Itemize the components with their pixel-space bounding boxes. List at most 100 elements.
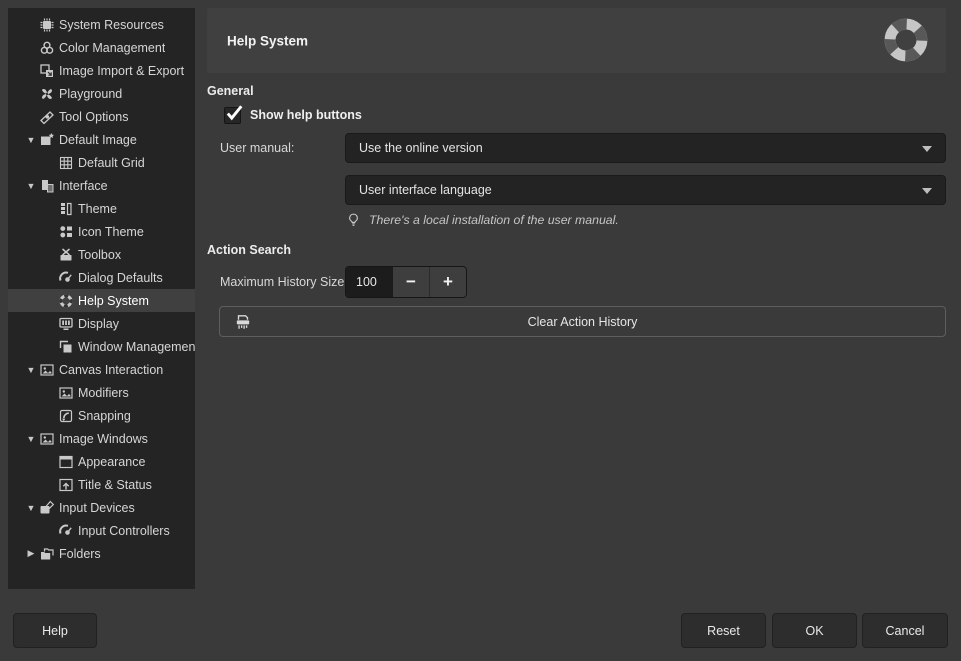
tool-options-icon (39, 109, 55, 125)
manual-hint-row: There's a local installation of the user… (346, 210, 619, 230)
checkmark-icon (225, 104, 243, 122)
sidebar-item-snapping[interactable]: Snapping (8, 404, 195, 427)
show-help-buttons-row[interactable]: Show help buttons (224, 106, 362, 124)
sidebar-item-label: Input Devices (59, 501, 135, 515)
sidebar-item-playground[interactable]: Playground (8, 82, 195, 105)
lightbulb-icon (346, 213, 361, 228)
max-history-size-input[interactable]: 100 (346, 267, 393, 297)
modifiers-icon (58, 385, 74, 401)
sidebar-item-title-status[interactable]: Title & Status (8, 473, 195, 496)
sidebar-item-interface[interactable]: ▼Interface (8, 174, 195, 197)
shredder-icon (234, 313, 252, 331)
appearance-icon (58, 454, 74, 470)
page-title: Help System (227, 33, 308, 48)
system-resources-icon (39, 17, 55, 33)
default-image-icon (39, 132, 55, 148)
chevron-down-icon (922, 188, 932, 194)
theme-icon (58, 201, 74, 217)
sidebar-item-label: Display (78, 317, 119, 331)
preferences-sidebar: System Resources Color Management Image Im… (8, 8, 195, 589)
clear-action-history-button[interactable]: Clear Action History (219, 306, 946, 337)
sidebar-item-toolbox[interactable]: Toolbox (8, 243, 195, 266)
image-windows-icon (39, 431, 55, 447)
sidebar-item-label: Dialog Defaults (78, 271, 163, 285)
sidebar-item-input-devices[interactable]: ▼ Input Devices (8, 496, 195, 519)
collapse-arrow-icon[interactable]: ▼ (25, 135, 37, 145)
canvas-interaction-icon (39, 362, 55, 378)
sidebar-item-label: Help System (78, 294, 149, 308)
increment-button[interactable]: + (430, 267, 466, 297)
sidebar-item-label: Input Controllers (78, 524, 170, 538)
sidebar-item-appearance[interactable]: Appearance (8, 450, 195, 473)
sidebar-item-folders[interactable]: ▶ Folders (8, 542, 195, 565)
sidebar-item-dialog-defaults[interactable]: Dialog Defaults (8, 266, 195, 289)
page-header: Help System (207, 8, 946, 73)
collapse-arrow-icon[interactable]: ▼ (25, 181, 37, 191)
sidebar-item-canvas-interaction[interactable]: ▼ Canvas Interaction (8, 358, 195, 381)
sidebar-item-label: System Resources (59, 18, 164, 32)
toolbox-icon (58, 247, 74, 263)
sidebar-item-label: Modifiers (78, 386, 129, 400)
sidebar-item-label: Folders (59, 547, 101, 561)
collapse-arrow-icon[interactable]: ▼ (25, 434, 37, 444)
input-controllers-icon (58, 523, 74, 539)
interface-icon (39, 178, 55, 194)
expand-arrow-icon[interactable]: ▶ (25, 548, 37, 559)
sidebar-item-input-controllers[interactable]: Input Controllers (8, 519, 195, 542)
sidebar-item-tool-options[interactable]: Tool Options (8, 105, 195, 128)
cancel-button[interactable]: Cancel (862, 613, 948, 648)
sidebar-item-label: Image Import & Export (59, 64, 184, 78)
sidebar-item-label: Appearance (78, 455, 145, 469)
help-system-icon (58, 293, 74, 309)
sidebar-item-label: Image Windows (59, 432, 148, 446)
sidebar-item-label: Color Management (59, 41, 165, 55)
sidebar-item-label: Toolbox (78, 248, 121, 262)
life-buoy-icon (881, 15, 931, 65)
ok-button[interactable]: OK (772, 613, 857, 648)
sidebar-item-label: Tool Options (59, 110, 128, 124)
sidebar-item-label: Default Image (59, 133, 137, 147)
general-section-label: General (207, 84, 254, 98)
max-history-size-label: Maximum History Size: (220, 275, 348, 289)
sidebar-item-image-windows[interactable]: ▼ Image Windows (8, 427, 195, 450)
sidebar-item-label: Theme (78, 202, 117, 216)
sidebar-item-label: Window Management (78, 340, 195, 354)
manual-language-dropdown-value: User interface language (359, 183, 492, 197)
help-button[interactable]: Help (13, 613, 97, 648)
sidebar-item-window-management[interactable]: Window Management (8, 335, 195, 358)
manual-language-dropdown[interactable]: User interface language (345, 175, 946, 205)
sidebar-item-default-grid[interactable]: Default Grid (8, 151, 195, 174)
sidebar-item-theme[interactable]: Theme (8, 197, 195, 220)
input-devices-icon (39, 500, 55, 516)
collapse-arrow-icon[interactable]: ▼ (25, 503, 37, 513)
icon-theme-icon (58, 224, 74, 240)
sidebar-item-color-management[interactable]: Color Management (8, 36, 195, 59)
sidebar-item-help-system[interactable]: Help System (8, 289, 195, 312)
show-help-buttons-label: Show help buttons (250, 108, 362, 122)
user-manual-dropdown[interactable]: Use the online version (345, 133, 946, 163)
sidebar-item-modifiers[interactable]: Modifiers (8, 381, 195, 404)
sidebar-item-image-import-export[interactable]: Image Import & Export (8, 59, 195, 82)
default-grid-icon (58, 155, 74, 171)
playground-icon (39, 86, 55, 102)
decrement-button[interactable]: − (393, 267, 430, 297)
reset-button[interactable]: Reset (681, 613, 766, 648)
manual-hint-text: There's a local installation of the user… (369, 213, 619, 227)
sidebar-item-label: Snapping (78, 409, 131, 423)
sidebar-item-system-resources[interactable]: System Resources (8, 13, 195, 36)
sidebar-item-label: Title & Status (78, 478, 152, 492)
sidebar-item-default-image[interactable]: ▼ Default Image (8, 128, 195, 151)
display-icon (58, 316, 74, 332)
sidebar-item-icon-theme[interactable]: Icon Theme (8, 220, 195, 243)
action-search-section-label: Action Search (207, 243, 291, 257)
show-help-buttons-checkbox[interactable] (224, 107, 241, 124)
sidebar-item-label: Canvas Interaction (59, 363, 163, 377)
sidebar-item-display[interactable]: Display (8, 312, 195, 335)
collapse-arrow-icon[interactable]: ▼ (25, 365, 37, 375)
clear-action-history-label: Clear Action History (528, 315, 638, 329)
snapping-icon (58, 408, 74, 424)
sidebar-item-label: Icon Theme (78, 225, 144, 239)
dialog-defaults-icon (58, 270, 74, 286)
sidebar-item-label: Playground (59, 87, 122, 101)
max-history-size-spinner: 100 − + (345, 266, 467, 298)
